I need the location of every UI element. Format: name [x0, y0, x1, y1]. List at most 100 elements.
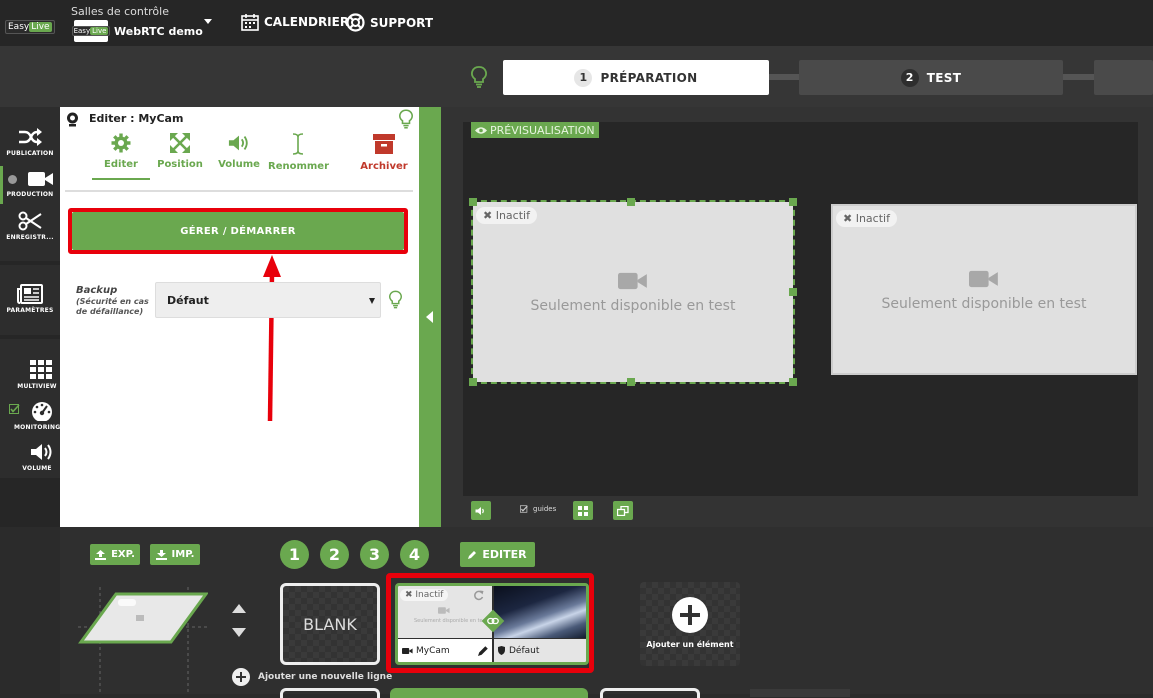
shuffle-icon [19, 128, 42, 146]
chevron-left-icon [426, 311, 433, 323]
room-caption: Salles de contrôle [71, 5, 169, 18]
nav-publication[interactable]: PUBLICATION [0, 127, 60, 157]
app-logo[interactable]: Easy Live [5, 14, 55, 34]
layout-grid-button[interactable] [573, 501, 593, 520]
overlay-windows-button[interactable] [613, 501, 633, 520]
edit-scene-button[interactable]: EDITER [460, 542, 535, 567]
pencil-icon [468, 551, 477, 559]
top-bar: Easy Live Salles de contrôle Easy Live Web… [0, 0, 1153, 46]
resize-handle[interactable] [469, 198, 477, 206]
lightbulb-icon[interactable] [471, 66, 487, 88]
highlight-box: GÉRER / DÉMARRER [68, 208, 408, 254]
speaker-icon [475, 506, 484, 515]
arrow-annotation [263, 255, 281, 422]
resize-handle[interactable] [789, 288, 797, 296]
layout-4-button[interactable]: 4 [400, 540, 429, 569]
edit-panel: Editer : MyCam Editer Position Volume Re… [60, 107, 419, 527]
status-badge[interactable]: ✖ Inactif [836, 210, 897, 227]
layout-3-button[interactable]: 3 [360, 540, 389, 569]
text-cursor-icon [292, 133, 304, 155]
checkbox-checked-icon[interactable] [9, 404, 20, 414]
chevron-down-icon [369, 298, 375, 304]
resize-handle[interactable] [789, 198, 797, 206]
calendar-link[interactable]: CALENDRIER [241, 13, 349, 31]
pencil-icon[interactable] [477, 645, 489, 656]
panel-collapse-toggle[interactable] [419, 107, 441, 527]
resize-handle[interactable] [789, 378, 797, 386]
step-next[interactable] [1094, 60, 1153, 95]
manage-start-button[interactable]: GÉRER / DÉMARRER [72, 212, 404, 250]
left-sidebar: PUBLICATION PRODUCTION ENREGISTR... PARA… [0, 107, 60, 527]
status-badge[interactable]: ✖ Inactif [400, 589, 449, 601]
video-camera-icon [969, 270, 998, 287]
next-row-item[interactable] [600, 688, 700, 698]
status-dot [8, 175, 17, 184]
export-button[interactable]: EXP. [90, 544, 140, 565]
calendar-icon [241, 14, 259, 31]
scene-item[interactable]: ✖ Inactif Seulement disponible en test M… [395, 583, 589, 665]
refresh-icon[interactable] [473, 590, 484, 601]
support-label: SUPPORT [370, 15, 434, 30]
add-element-button[interactable]: Ajouter un élément [640, 582, 740, 666]
nav-volume[interactable]: VOLUME [0, 442, 60, 472]
nav-production[interactable]: PRODUCTION [0, 170, 60, 198]
import-button[interactable]: IMP. [150, 544, 200, 565]
nav-multiview[interactable]: MULTIVIEW [0, 360, 60, 390]
support-link[interactable]: SUPPORT [346, 13, 433, 32]
checkbox-checked-icon [520, 505, 528, 513]
source-message: Seulement disponible en test [414, 618, 488, 624]
scene-thumbnail[interactable] [78, 587, 208, 694]
resize-handle[interactable] [627, 378, 635, 386]
download-icon [155, 549, 167, 560]
step-test[interactable]: 2 TEST [799, 60, 1063, 95]
status-badge[interactable]: ✖ Inactif [476, 207, 537, 224]
backup-thumbnail [494, 586, 586, 638]
nav-monitoring[interactable]: MONITORING [0, 401, 60, 431]
tool-position[interactable]: Position [150, 133, 210, 170]
webcam-icon [67, 112, 78, 127]
nav-enregistrement[interactable]: ENREGISTR... [0, 211, 60, 241]
move-down-icon[interactable] [232, 628, 246, 637]
next-row-item[interactable] [280, 688, 380, 698]
step-number: 1 [574, 68, 593, 87]
add-line-label: Ajouter une nouvelle ligne [258, 672, 393, 682]
guides-toggle[interactable]: guides [520, 505, 556, 513]
preview-volume-button[interactable] [471, 501, 491, 520]
step-connector [769, 74, 799, 80]
window-grid-icon [578, 505, 588, 516]
backup-name-bar: Défaut [494, 639, 586, 662]
tool-renommer[interactable]: Renommer [268, 133, 329, 172]
expand-arrows-icon [170, 133, 190, 153]
tool-volume[interactable]: Volume [209, 133, 269, 170]
tool-editer[interactable]: Editer [91, 133, 151, 170]
video-camera-icon [618, 272, 647, 290]
nav-parametres[interactable]: PARAMÈTRES [0, 284, 60, 314]
move-up-icon[interactable] [232, 604, 246, 613]
preview-tile[interactable]: ✖ Inactif Seulement disponible en test [831, 204, 1137, 375]
resize-handle[interactable] [469, 378, 477, 386]
preview-tile-selected[interactable]: ✖ Inactif Seulement disponible en test [471, 200, 795, 384]
room-name[interactable]: WebRTC demo [114, 25, 203, 38]
add-line-button[interactable]: Ajouter une nouvelle ligne [232, 668, 392, 686]
tool-archiver[interactable]: Archiver [354, 133, 414, 172]
backup-select[interactable]: Défaut [155, 282, 381, 318]
next-row-item[interactable] [390, 688, 588, 698]
room-dropdown-icon[interactable] [204, 19, 212, 24]
scene-editor: EXP. IMP. 1 2 3 4 EDITER BLANK ✖ Inactif… [60, 527, 1153, 698]
dashboard-gauge-icon [32, 402, 52, 421]
resize-handle[interactable] [627, 198, 635, 206]
step-connector [1063, 74, 1094, 80]
calendar-label: CALENDRIER [264, 15, 350, 29]
room-logo: Easy Live [71, 20, 111, 42]
toolbar-divider [65, 190, 413, 192]
next-row-item[interactable] [750, 689, 850, 697]
step-preparation[interactable]: 1 PRÉPARATION [503, 60, 769, 95]
blank-scene-button[interactable]: BLANK [280, 583, 380, 665]
lightbulb-icon[interactable] [399, 109, 413, 129]
speaker-icon [31, 444, 52, 460]
lightbulb-icon[interactable] [389, 290, 402, 309]
layout-1-button[interactable]: 1 [280, 540, 309, 569]
video-camera-icon [28, 172, 53, 186]
edit-title: Editer : MyCam [89, 112, 184, 125]
layout-2-button[interactable]: 2 [320, 540, 349, 569]
